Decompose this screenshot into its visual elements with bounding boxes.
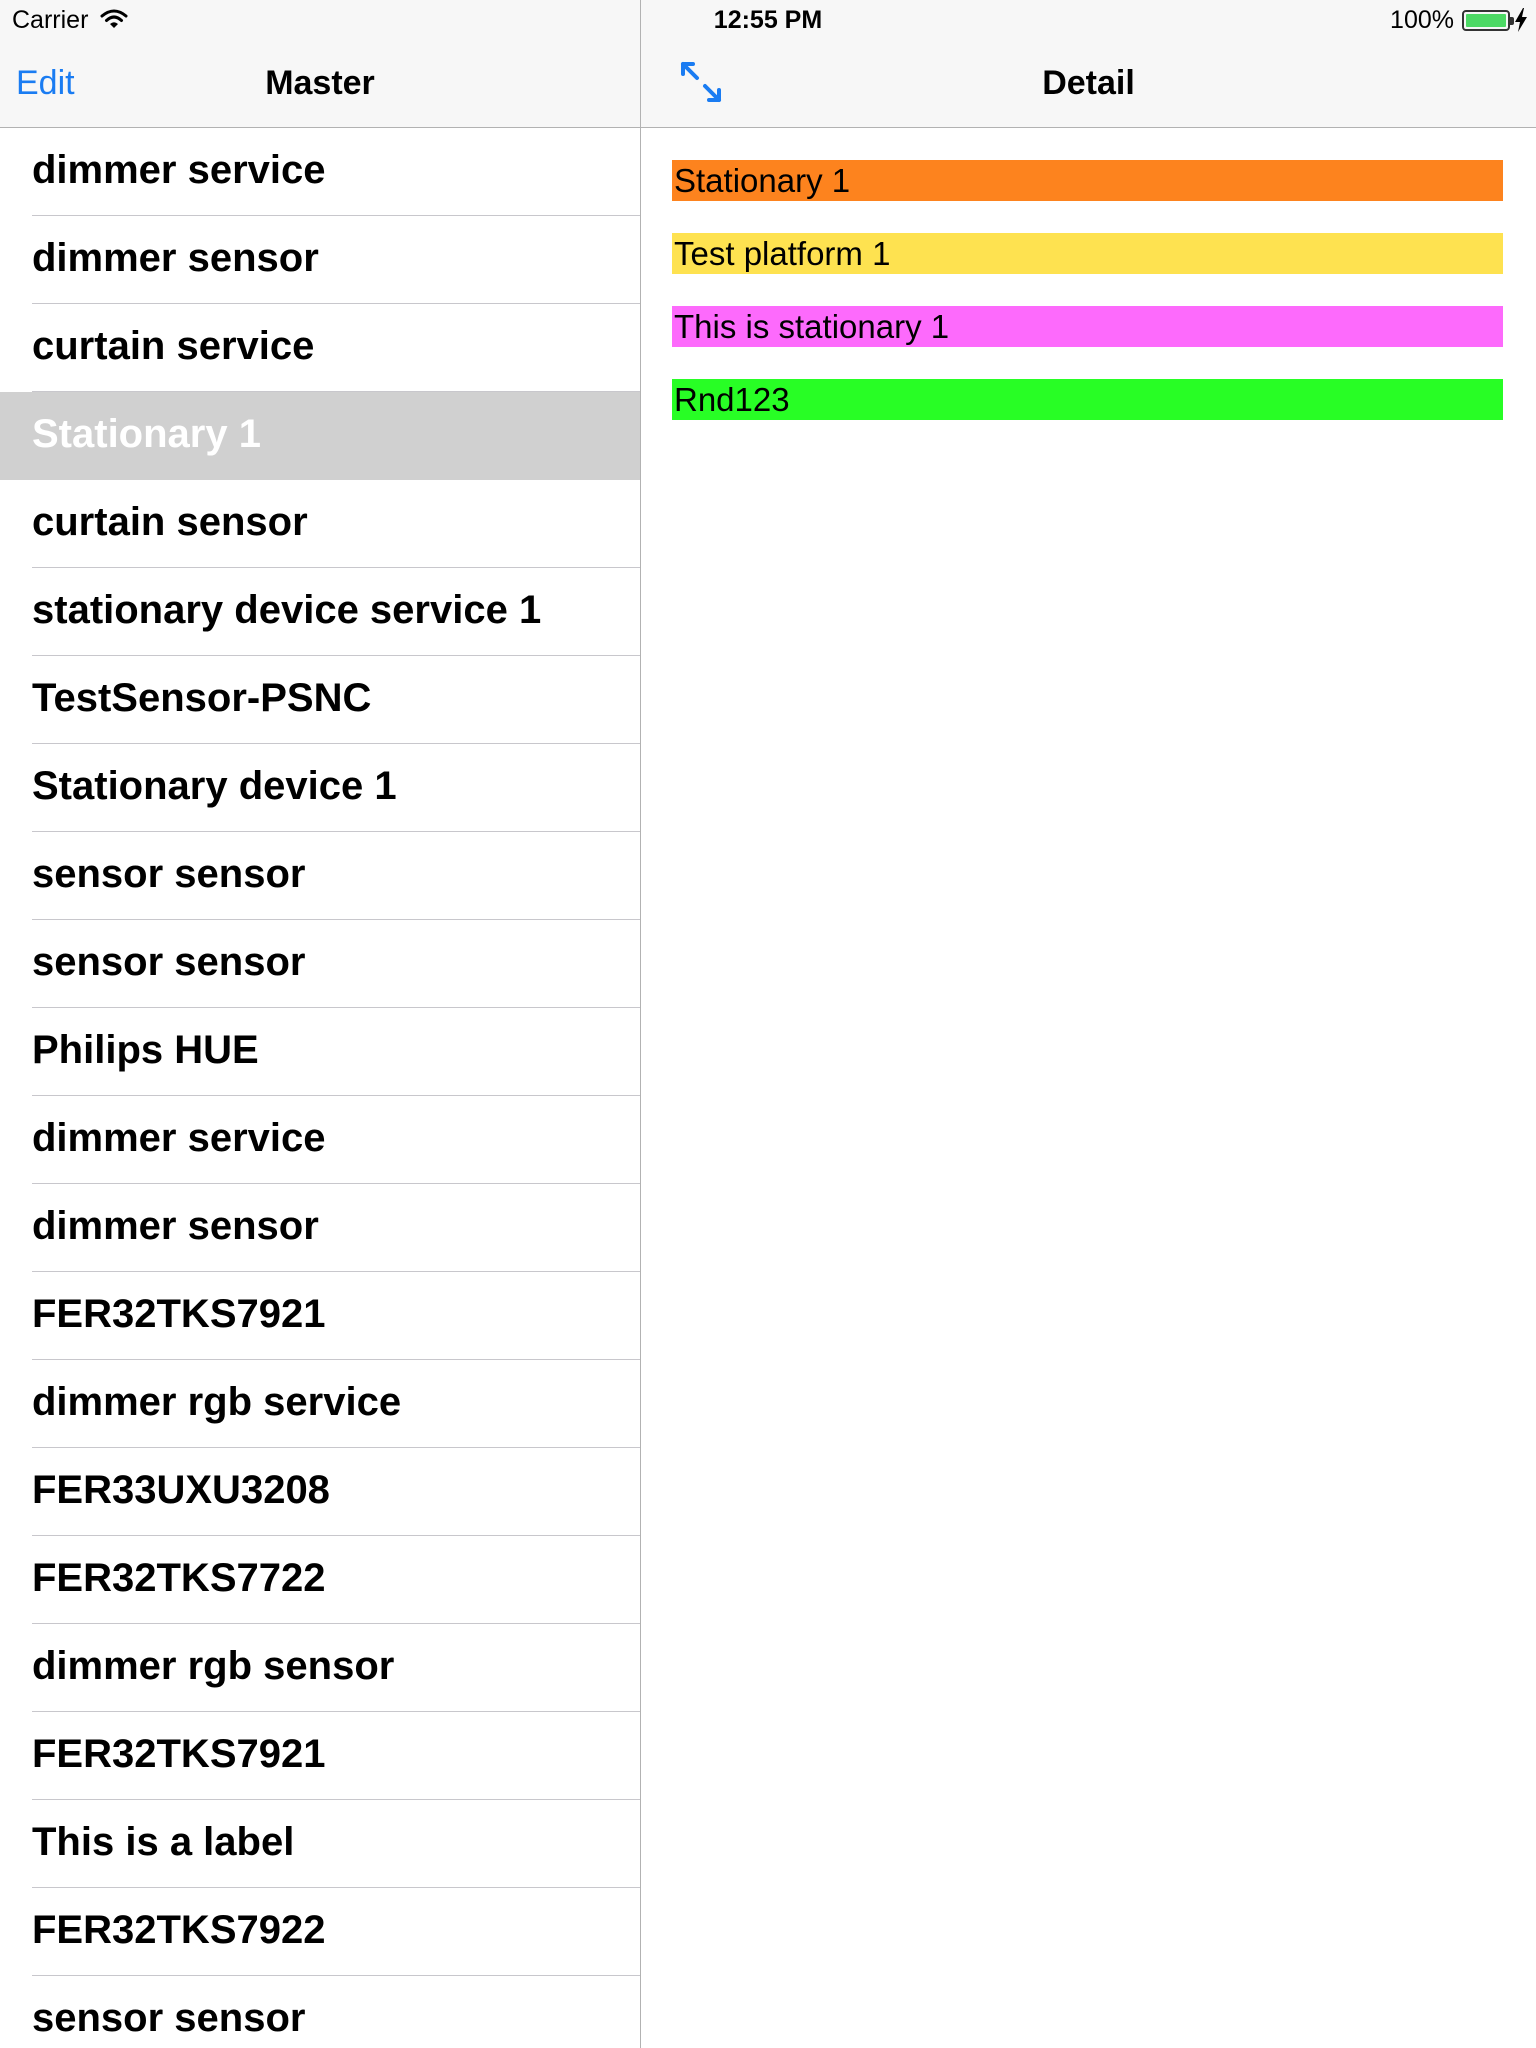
- list-item[interactable]: FER33UXU3208: [0, 1448, 640, 1536]
- list-item-label: dimmer service: [32, 1116, 326, 1160]
- status-bar: Carrier 12:55 PM 100%: [0, 0, 1536, 40]
- battery-icon: [1462, 10, 1514, 31]
- list-item-label: Stationary device 1: [32, 764, 397, 808]
- list-item-label: dimmer sensor: [32, 1204, 319, 1248]
- detail-field-label: This is stationary 1: [672, 306, 1503, 347]
- list-item[interactable]: This is a label: [0, 1800, 640, 1888]
- list-item-label: dimmer rgb service: [32, 1380, 402, 1424]
- list-item-label: FER32TKS7922: [32, 1908, 326, 1952]
- list-item[interactable]: dimmer rgb service: [0, 1360, 640, 1448]
- battery-level-fill: [1466, 14, 1506, 27]
- list-item-label: dimmer service: [32, 148, 326, 192]
- list-item[interactable]: dimmer service: [0, 128, 640, 216]
- list-item-label: stationary device service 1: [32, 588, 542, 632]
- detail-navigation-bar: Detail: [641, 40, 1536, 128]
- list-item-label: FER32TKS7921: [32, 1732, 326, 1776]
- detail-field-label: Rnd123: [672, 379, 1503, 420]
- list-item[interactable]: sensor sensor: [0, 1976, 640, 2048]
- split-divider: [640, 0, 641, 2048]
- list-item[interactable]: Stationary device 1: [0, 744, 640, 832]
- detail-fields: Stationary 1 Test platform 1 This is stati…: [672, 160, 1503, 452]
- charging-bolt-icon: [1515, 8, 1527, 32]
- list-item-label: sensor sensor: [32, 852, 306, 896]
- list-item[interactable]: TestSensor-PSNC: [0, 656, 640, 744]
- master-pane: Edit Master dimmer service dimmer sensor c…: [0, 0, 640, 2048]
- battery-percentage: 100%: [1390, 6, 1454, 34]
- list-item-label: curtain service: [32, 324, 315, 368]
- list-item-label: Philips HUE: [32, 1028, 259, 1072]
- list-item[interactable]: sensor sensor: [0, 920, 640, 1008]
- list-item[interactable]: curtain sensor: [0, 480, 640, 568]
- master-list[interactable]: dimmer service dimmer sensor curtain servi…: [0, 128, 640, 2048]
- list-item[interactable]: dimmer service: [0, 1096, 640, 1184]
- list-item[interactable]: FER32TKS7921: [0, 1272, 640, 1360]
- list-item-label: dimmer rgb sensor: [32, 1644, 395, 1688]
- list-item-label: sensor sensor: [32, 1996, 306, 2040]
- list-item[interactable]: Philips HUE: [0, 1008, 640, 1096]
- clock: 12:55 PM: [713, 6, 823, 34]
- list-item-label: FER33UXU3208: [32, 1468, 330, 1512]
- list-item[interactable]: dimmer sensor: [0, 216, 640, 304]
- detail-field-label: Test platform 1: [672, 233, 1503, 274]
- list-item-label: This is a label: [32, 1820, 295, 1864]
- list-item[interactable]: sensor sensor: [0, 832, 640, 920]
- detail-field-label: Stationary 1: [672, 160, 1503, 201]
- list-item[interactable]: FER32TKS7922: [0, 1888, 640, 1976]
- master-title: Master: [265, 64, 375, 102]
- list-item-label: FER32TKS7921: [32, 1292, 326, 1336]
- list-item-label: Stationary 1: [32, 412, 261, 456]
- list-item[interactable]: FER32TKS7722: [0, 1536, 640, 1624]
- list-item-label: dimmer sensor: [32, 236, 319, 280]
- list-item[interactable]: Stationary 1: [0, 392, 640, 480]
- list-item-label: sensor sensor: [32, 940, 306, 984]
- list-item-label: curtain sensor: [32, 500, 308, 544]
- detail-pane: Detail Stationary 1 Test platform 1 This i…: [641, 0, 1536, 2048]
- detail-title: Detail: [1042, 64, 1135, 102]
- master-navigation-bar: Edit Master: [0, 40, 640, 128]
- list-item[interactable]: dimmer rgb sensor: [0, 1624, 640, 1712]
- list-item-label: TestSensor-PSNC: [32, 676, 372, 720]
- list-item[interactable]: FER32TKS7921: [0, 1712, 640, 1800]
- list-item[interactable]: stationary device service 1: [0, 568, 640, 656]
- list-item[interactable]: dimmer sensor: [0, 1184, 640, 1272]
- list-item[interactable]: curtain service: [0, 304, 640, 392]
- list-item-label: FER32TKS7722: [32, 1556, 326, 1600]
